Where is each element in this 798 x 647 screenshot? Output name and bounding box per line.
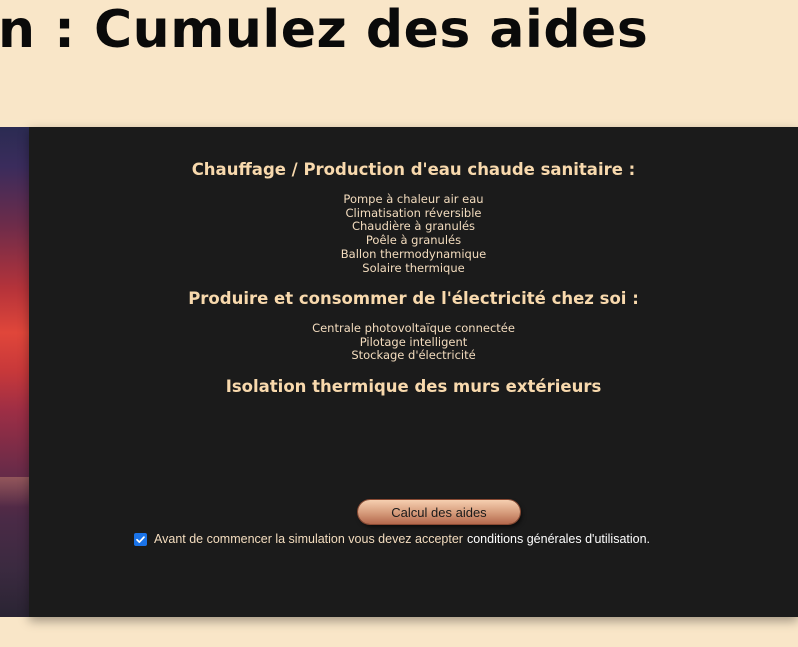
list-item: Climatisation réversible — [345, 205, 482, 220]
list-item: Ballon thermodynamique — [340, 246, 487, 261]
consent-checkbox[interactable] — [134, 532, 147, 546]
list-item: Pompe à chaleur air eau — [343, 192, 484, 206]
terms-link[interactable]: conditions générales d'utilisation. — [467, 532, 650, 546]
list-item: Stockage d'électricité — [351, 348, 476, 363]
calculate-aids-button[interactable]: Calcul des aides — [358, 500, 520, 524]
heating-items-list: Pompe à chaleur air eau Climatisation ré… — [29, 192, 798, 275]
page-title: n : Cumulez des aides — [0, 0, 649, 60]
list-item: Poêle à granulés — [365, 233, 462, 248]
list-item: Centrale photovoltaïque connectée — [312, 321, 515, 335]
sunset-hero-image — [0, 127, 29, 617]
section-title-electricity: Produire et consommer de l'électricité c… — [188, 289, 639, 308]
checkmark-icon — [136, 535, 145, 543]
section-title-insulation: Isolation thermique des murs extérieurs — [225, 377, 602, 396]
services-panel: Chauffage / Production d'eau chaude sani… — [29, 127, 798, 617]
list-item: Chaudière à granulés — [351, 219, 476, 234]
consent-row: Avant de commencer la simulation vous de… — [134, 530, 650, 548]
list-item: Solaire thermique — [362, 260, 465, 275]
electricity-items-list: Centrale photovoltaïque connectée Pilota… — [29, 321, 798, 363]
section-title-heating: Chauffage / Production d'eau chaude sani… — [191, 160, 636, 179]
list-item: Pilotage intelligent — [359, 334, 468, 349]
consent-label: Avant de commencer la simulation vous de… — [154, 532, 463, 546]
